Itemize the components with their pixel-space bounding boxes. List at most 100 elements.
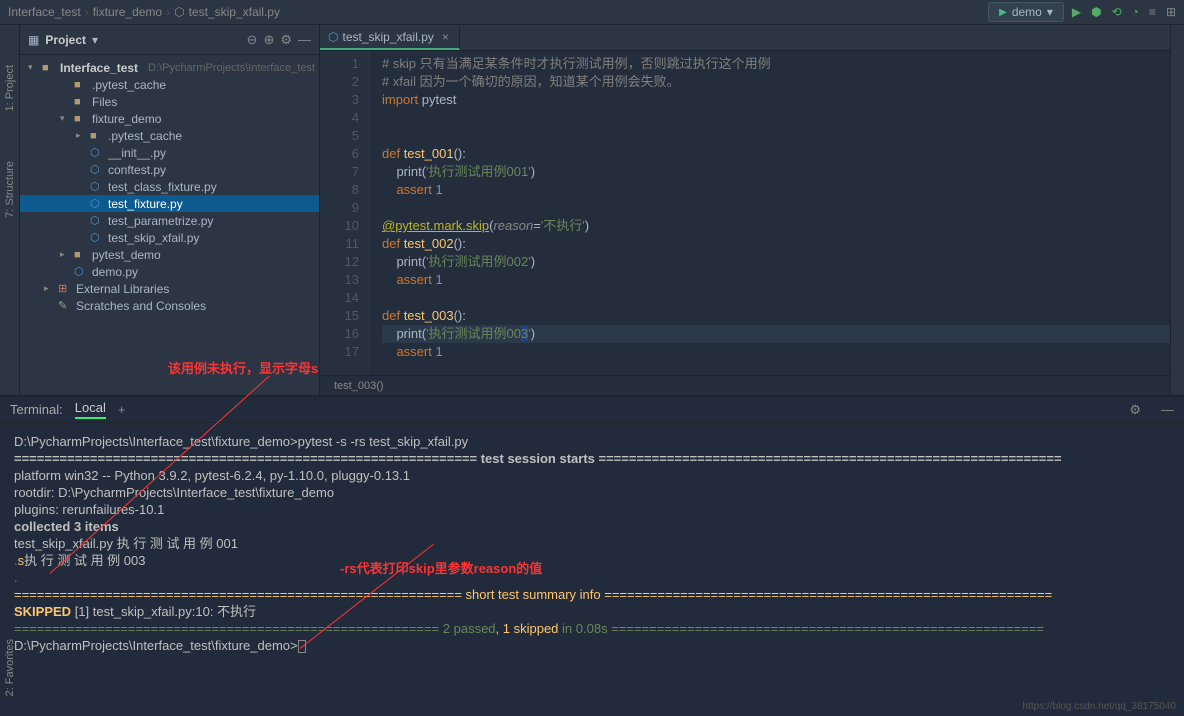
run-config-selector[interactable]: ▶ demo ▾ bbox=[988, 2, 1064, 22]
code-line[interactable]: assert 1 bbox=[382, 271, 1184, 289]
code-line[interactable]: # skip 只有当满足某条件时才执行测试用例，否则跳过执行这个用例 bbox=[382, 55, 1184, 73]
close-icon[interactable]: × bbox=[442, 30, 449, 44]
code-line[interactable]: print('执行测试用例001') bbox=[382, 163, 1184, 181]
hide-icon[interactable]: — bbox=[298, 32, 311, 47]
gear-icon[interactable]: ⚙ bbox=[1129, 402, 1141, 418]
bc-sep: › bbox=[166, 5, 170, 19]
code-line[interactable] bbox=[382, 109, 1184, 127]
project-icon: ▦ bbox=[28, 33, 39, 47]
collapse-icon[interactable]: ⊖ bbox=[247, 32, 258, 48]
project-sidebar: ▦ Project ▾ ⊖ ⊕ ⚙ — ▾■Interface_testD:\P… bbox=[20, 25, 320, 395]
tree-item[interactable]: ⬡demo.py bbox=[20, 263, 319, 280]
terminal-line: D:\PycharmProjects\Interface_test\fixtur… bbox=[14, 433, 1170, 450]
bc-1[interactable]: fixture_demo bbox=[93, 5, 162, 19]
tree-item[interactable]: ✎Scratches and Consoles bbox=[20, 297, 319, 314]
tree-item[interactable]: ⬡test_parametrize.py bbox=[20, 212, 319, 229]
sidebar-header: ▦ Project ▾ ⊖ ⊕ ⚙ — bbox=[20, 25, 319, 55]
python-icon: ⬡ bbox=[328, 30, 338, 44]
bc-2[interactable]: test_skip_xfail.py bbox=[189, 5, 280, 19]
coverage-icon[interactable]: ⟲ bbox=[1112, 5, 1122, 19]
code-line[interactable]: print('执行测试用例003') bbox=[382, 325, 1184, 343]
add-terminal-icon[interactable]: + bbox=[118, 402, 126, 417]
run-icon[interactable]: ▶ bbox=[1072, 5, 1081, 19]
code-crumb: test_003() bbox=[334, 380, 384, 392]
structure-tool-tab[interactable]: 7: Structure bbox=[4, 161, 16, 218]
code-line[interactable]: # xfail 因为一个确切的原因，知道某个用例会失败。 bbox=[382, 73, 1184, 91]
terminal-line: . bbox=[14, 569, 1170, 586]
code-line[interactable]: import pytest bbox=[382, 91, 1184, 109]
code-line[interactable]: print('执行测试用例002') bbox=[382, 253, 1184, 271]
terminal-line: plugins: rerunfailures-10.1 bbox=[14, 501, 1170, 518]
terminal-line: collected 3 items bbox=[14, 518, 1170, 535]
tree-item[interactable]: ■.pytest_cache bbox=[20, 76, 319, 93]
editor-tab[interactable]: ⬡ test_skip_xfail.py × bbox=[320, 26, 460, 50]
python-icon: ▶ bbox=[999, 7, 1007, 18]
code-line[interactable]: assert 1 bbox=[382, 343, 1184, 361]
tree-item[interactable]: ■Files bbox=[20, 93, 319, 110]
main-split: 1: Project 7: Structure ▦ Project ▾ ⊖ ⊕ … bbox=[0, 25, 1184, 395]
debug-icon[interactable]: ⬢ bbox=[1091, 5, 1101, 19]
search-icon[interactable]: ⊞ bbox=[1166, 5, 1176, 19]
tree-item[interactable]: ⬡__init__.py bbox=[20, 144, 319, 161]
target-icon[interactable]: ⊕ bbox=[263, 32, 274, 48]
tree-item[interactable]: ⬡test_fixture.py bbox=[20, 195, 319, 212]
chevron-down-icon: ▾ bbox=[1047, 5, 1053, 19]
chevron-down-icon[interactable]: ▾ bbox=[92, 33, 98, 47]
terminal-line: ========================================… bbox=[14, 450, 1170, 467]
bottom-tool-stripe: 2: Favorites bbox=[0, 596, 20, 716]
code-line[interactable]: @pytest.mark.skip(reason='不执行') bbox=[382, 217, 1184, 235]
breadcrumb: Interface_test › fixture_demo › ⬡ test_s… bbox=[8, 5, 988, 19]
terminal-output[interactable]: D:\PycharmProjects\Interface_test\fixtur… bbox=[0, 423, 1184, 716]
tree-item[interactable]: ⬡test_class_fixture.py bbox=[20, 178, 319, 195]
code-line[interactable] bbox=[382, 127, 1184, 145]
code-line[interactable] bbox=[382, 289, 1184, 307]
terminal-line: ========================================… bbox=[14, 620, 1170, 637]
stop-icon[interactable]: ≡ bbox=[1149, 5, 1156, 19]
terminal-line: rootdir: D:\PycharmProjects\Interface_te… bbox=[14, 484, 1170, 501]
project-tool-tab[interactable]: 1: Project bbox=[4, 65, 16, 111]
terminal-tab[interactable]: Local bbox=[75, 400, 106, 419]
terminal-line: .s执 行 测 试 用 例 003 bbox=[14, 552, 1170, 569]
terminal-line: platform win32 -- Python 3.9.2, pytest-6… bbox=[14, 467, 1170, 484]
tree-item[interactable]: ▸■.pytest_cache bbox=[20, 127, 319, 144]
terminal-line: SKIPPED [1] test_skip_xfail.py:10: 不执行 bbox=[14, 603, 1170, 620]
favorites-tool-tab[interactable]: 2: Favorites bbox=[4, 639, 16, 696]
tree-item[interactable]: ▸■pytest_demo bbox=[20, 246, 319, 263]
hide-icon[interactable]: — bbox=[1161, 402, 1174, 417]
editor-scrollbar[interactable] bbox=[1170, 25, 1184, 395]
code-line[interactable]: def test_001(): bbox=[382, 145, 1184, 163]
code-line[interactable]: def test_003(): bbox=[382, 307, 1184, 325]
terminal-line: D:\PycharmProjects\Interface_test\fixtur… bbox=[14, 637, 1170, 654]
terminal-header: Terminal: Local + ⚙ — bbox=[0, 397, 1184, 423]
code-line[interactable]: def test_002(): bbox=[382, 235, 1184, 253]
topbar: Interface_test › fixture_demo › ⬡ test_s… bbox=[0, 0, 1184, 25]
run-toolbar: ▶ ⬢ ⟲ ◔ ≡ ⊞ bbox=[1072, 5, 1176, 19]
terminal-pane: Terminal: Local + ⚙ — D:\PycharmProjects… bbox=[0, 395, 1184, 716]
terminal-title: Terminal: bbox=[10, 402, 63, 417]
tab-label: test_skip_xfail.py bbox=[342, 30, 433, 44]
tree-item[interactable]: ⬡conftest.py bbox=[20, 161, 319, 178]
code-area[interactable]: 1234567891011121314151617 # skip 只有当满足某条… bbox=[320, 51, 1184, 375]
gear-icon[interactable]: ⚙ bbox=[280, 32, 292, 48]
line-gutter: 1234567891011121314151617 bbox=[320, 51, 370, 375]
code-content[interactable]: # skip 只有当满足某条件时才执行测试用例，否则跳过执行这个用例# xfai… bbox=[370, 51, 1184, 375]
code-breadcrumb[interactable]: test_003() bbox=[320, 375, 1184, 395]
code-line[interactable]: assert 1 bbox=[382, 181, 1184, 199]
bc-0[interactable]: Interface_test bbox=[8, 5, 81, 19]
profile-icon[interactable]: ◔ bbox=[1132, 5, 1139, 19]
project-tree[interactable]: ▾■Interface_testD:\PycharmProjects\Inter… bbox=[20, 55, 319, 395]
terminal-line: ========================================… bbox=[14, 586, 1170, 603]
editor-tabs: ⬡ test_skip_xfail.py × bbox=[320, 25, 1184, 51]
watermark: https://blog.csdn.net/qq_38175040 bbox=[1023, 701, 1176, 712]
code-line[interactable] bbox=[382, 199, 1184, 217]
tree-root[interactable]: ▾■Interface_testD:\PycharmProjects\Inter… bbox=[20, 59, 319, 76]
tree-item[interactable]: ▾■fixture_demo bbox=[20, 110, 319, 127]
python-icon: ⬡ bbox=[174, 5, 184, 19]
bc-sep: › bbox=[85, 5, 89, 19]
terminal-line: test_skip_xfail.py 执 行 测 试 用 例 001 bbox=[14, 535, 1170, 552]
editor: ⬡ test_skip_xfail.py × 12345678910111213… bbox=[320, 25, 1184, 395]
left-tool-stripe: 1: Project 7: Structure bbox=[0, 25, 20, 395]
tree-item[interactable]: ▸⊞External Libraries bbox=[20, 280, 319, 297]
sidebar-title: Project bbox=[45, 33, 86, 47]
tree-item[interactable]: ⬡test_skip_xfail.py bbox=[20, 229, 319, 246]
